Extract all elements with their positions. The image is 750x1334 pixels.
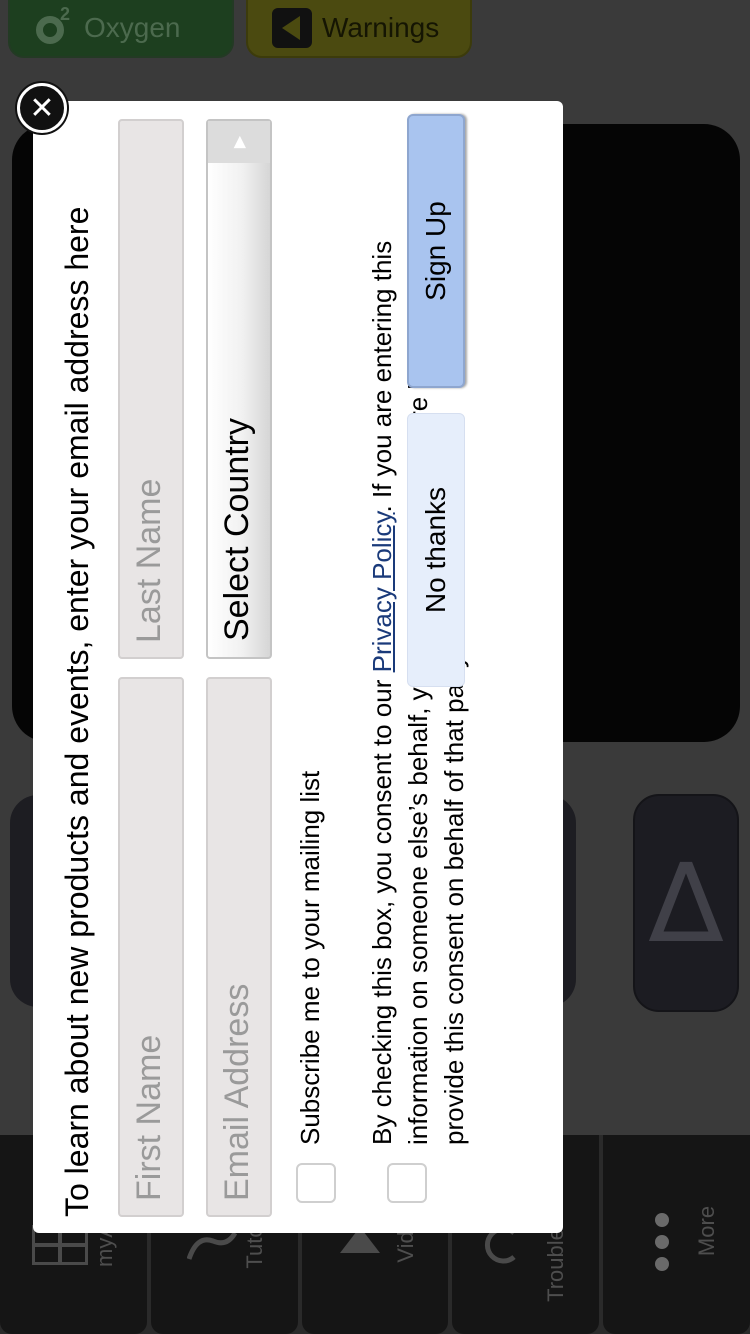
- delta-icon: ∆: [649, 839, 723, 967]
- o2-icon: 2: [34, 4, 74, 48]
- first-name-input[interactable]: First Name: [118, 677, 184, 1217]
- tab-oxygen-label: Oxygen: [84, 12, 181, 43]
- sign-up-label: Sign Up: [420, 201, 451, 301]
- nav-item-more[interactable]: More: [603, 1135, 750, 1334]
- consent-checkbox[interactable]: [387, 1163, 427, 1203]
- no-thanks-button[interactable]: No thanks: [407, 413, 465, 687]
- nav-label-troubleshooting: Trouble: [543, 1228, 569, 1302]
- close-icon: ✕: [29, 90, 55, 126]
- consent-prefix: By checking this box, you consent to our: [367, 672, 397, 1145]
- privacy-policy-link[interactable]: Privacy Policy: [367, 513, 397, 673]
- warning-triangle-icon: [272, 8, 312, 48]
- sign-up-button[interactable]: Sign Up: [407, 114, 465, 388]
- tutorial-icon: [186, 1231, 237, 1260]
- subscribe-checkbox[interactable]: [296, 1163, 336, 1203]
- tab-warnings[interactable]: Warnings: [246, 0, 472, 58]
- last-name-input[interactable]: Last Name: [118, 119, 184, 659]
- intro-text: To learn about new products and events, …: [59, 206, 95, 1217]
- country-select[interactable]: Select Country ▶: [206, 119, 272, 659]
- no-thanks-label: No thanks: [420, 486, 451, 614]
- signup-modal: To learn about new products and events, …: [33, 101, 563, 1233]
- subscribe-label: Subscribe me to your mailing list: [295, 770, 325, 1145]
- nav-label-videos: Vid: [392, 1231, 418, 1263]
- email-address-input[interactable]: Email Address: [206, 677, 272, 1217]
- tab-warnings-label: Warnings: [322, 12, 440, 43]
- nav-label-more: More: [694, 1205, 720, 1257]
- tab-oxygen[interactable]: 2 Oxygen: [8, 0, 234, 58]
- delta-button[interactable]: ∆: [633, 794, 739, 1012]
- dropdown-arrow-icon: ▶: [208, 121, 270, 163]
- country-select-value: Select Country: [218, 418, 256, 641]
- more-dots-icon: [655, 1213, 670, 1271]
- close-button[interactable]: ✕: [17, 83, 67, 133]
